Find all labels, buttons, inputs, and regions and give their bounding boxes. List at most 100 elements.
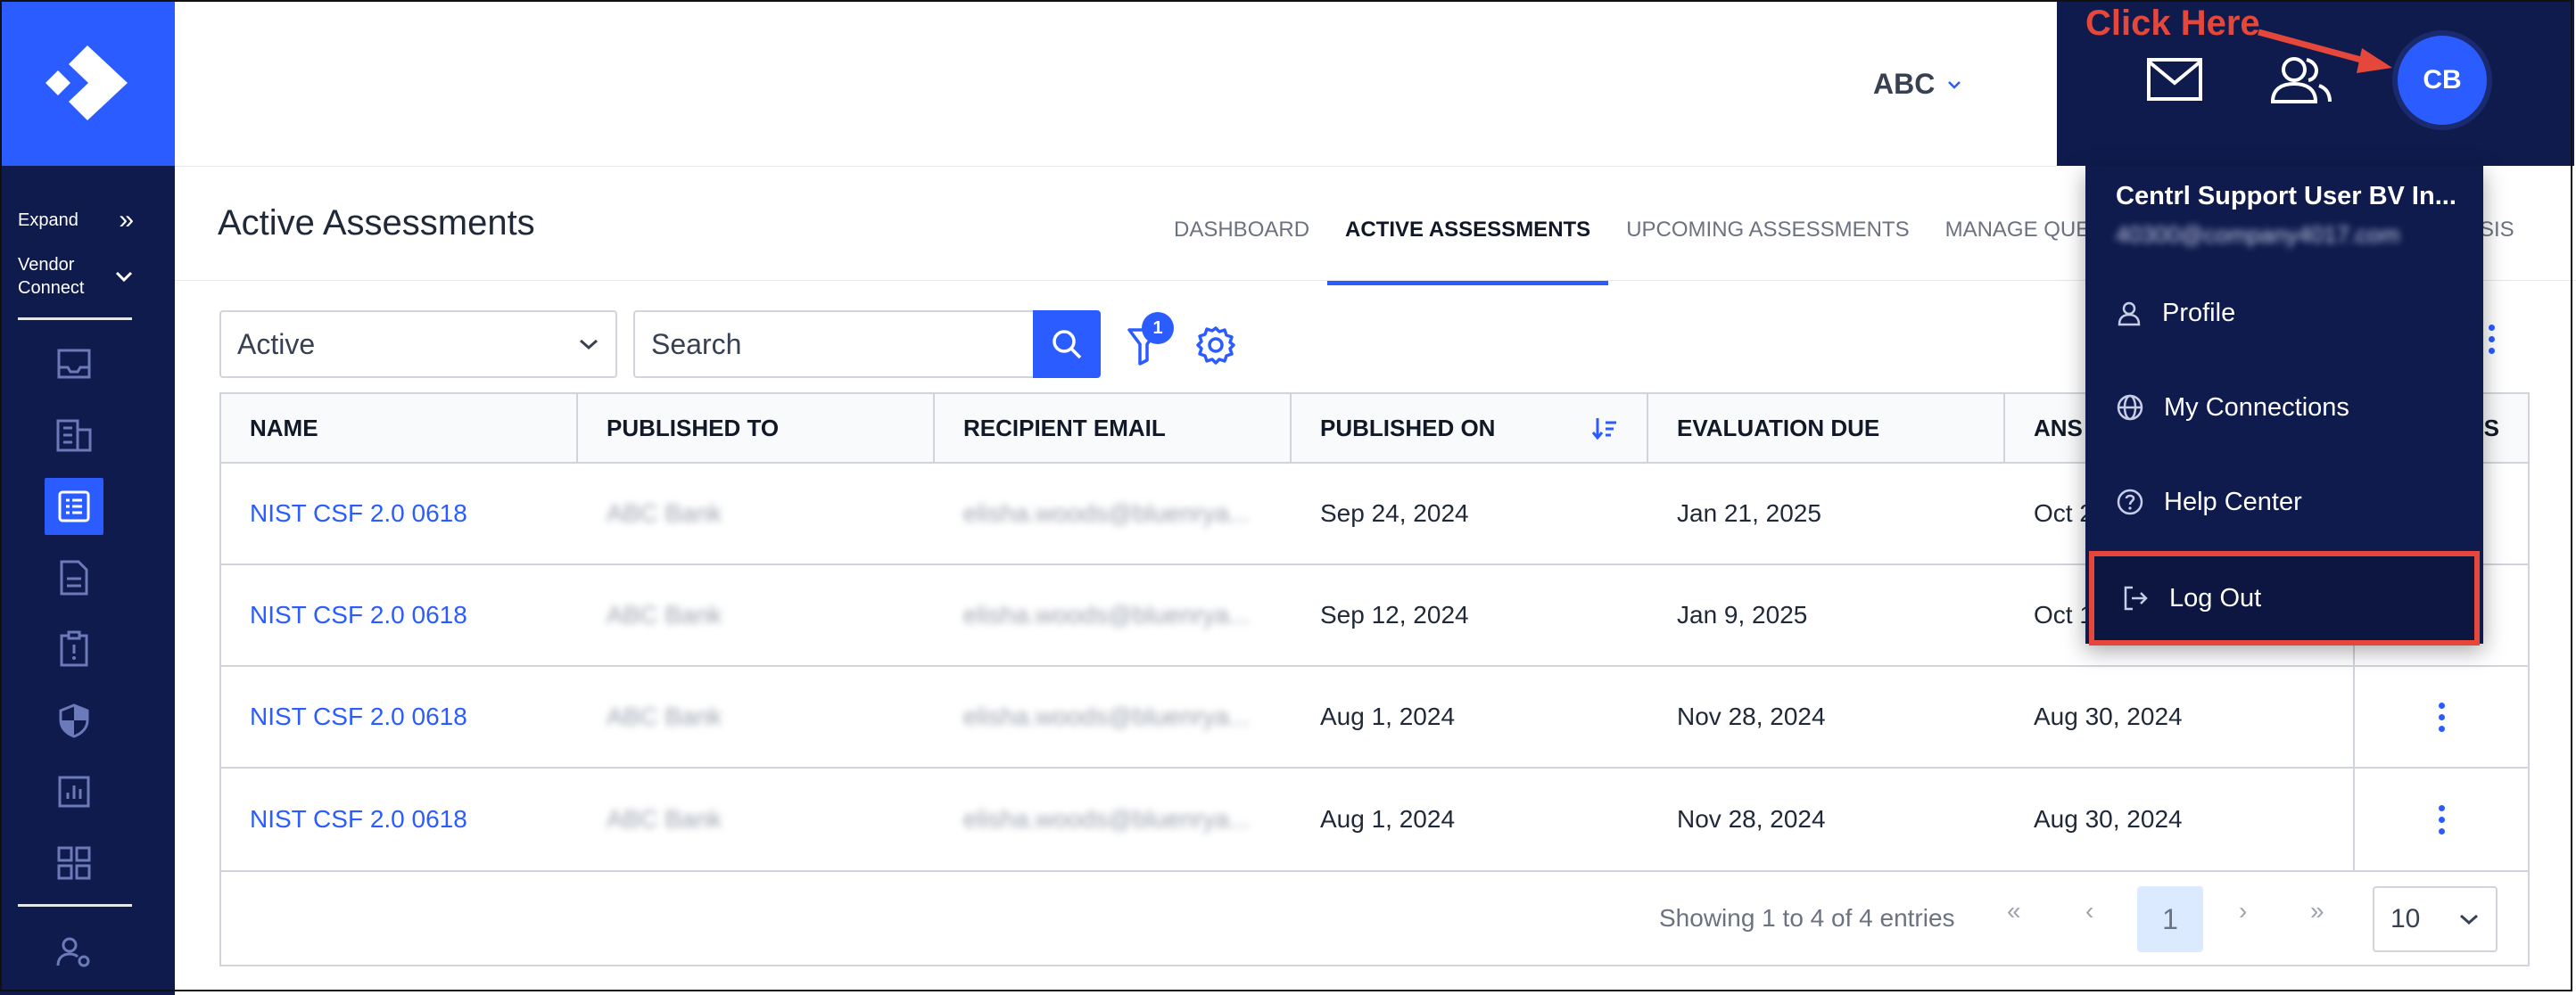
status-select[interactable]: Active bbox=[219, 310, 617, 378]
double-chevron-right-icon: » bbox=[119, 205, 134, 234]
menu-item-log-out[interactable]: Log Out bbox=[2089, 551, 2480, 646]
logout-icon bbox=[2124, 586, 2148, 611]
globe-icon bbox=[2117, 394, 2143, 421]
answered-date: Aug 30, 2024 bbox=[2034, 805, 2183, 833]
status-value: Active bbox=[237, 327, 316, 360]
prev-page-icon[interactable]: ‹ bbox=[2085, 897, 2093, 925]
assessment-name-link[interactable]: NIST CSF 2.0 0618 bbox=[221, 565, 578, 665]
assessment-list-icon[interactable] bbox=[45, 478, 103, 535]
assessment-name-link[interactable]: NIST CSF 2.0 0618 bbox=[221, 667, 578, 767]
menu-item-label: My Connections bbox=[2164, 392, 2349, 422]
org-selector[interactable]: ABC bbox=[1873, 68, 1961, 101]
table-row: NIST CSF 2.0 0618 ABC Bank elisha.woods@… bbox=[221, 769, 2528, 870]
chevron-down-icon bbox=[2460, 914, 2478, 925]
page-actions-kebab[interactable] bbox=[2489, 325, 2495, 354]
sidebar-divider bbox=[18, 904, 132, 907]
sidebar: Expand » Vendor Connect bbox=[0, 0, 175, 995]
gear-icon[interactable] bbox=[1195, 325, 1236, 366]
search-icon bbox=[1053, 330, 1082, 359]
col-published-on[interactable]: PUBLISHED ON bbox=[1292, 394, 1648, 462]
search-placeholder: Search bbox=[651, 327, 742, 360]
user-avatar[interactable]: CB bbox=[2398, 36, 2487, 125]
chevron-down-icon bbox=[580, 339, 598, 350]
assessment-name-link[interactable]: NIST CSF 2.0 0618 bbox=[221, 769, 578, 870]
col-recipient-email[interactable]: RECIPIENT EMAIL bbox=[935, 394, 1292, 462]
col-evaluation-due[interactable]: EVALUATION DUE bbox=[1648, 394, 2005, 462]
first-page-icon[interactable]: « bbox=[2007, 897, 2021, 925]
row-kebab-menu[interactable] bbox=[2438, 804, 2445, 835]
inbox-icon[interactable] bbox=[45, 335, 103, 392]
chevron-down-icon bbox=[1948, 80, 1961, 89]
expand-toggle[interactable]: Expand » bbox=[18, 205, 134, 234]
published-on: Aug 1, 2024 bbox=[1320, 805, 1456, 833]
tab-analysis[interactable]: SIS bbox=[2480, 218, 2514, 280]
recipient-email: elisha.woods@bluenrya... bbox=[963, 499, 1251, 527]
menu-user-name: Centrl Support User BV In... bbox=[2116, 182, 2456, 210]
tab-dashboard[interactable]: DASHBOARD bbox=[1156, 218, 1327, 280]
col-published-to[interactable]: PUBLISHED TO bbox=[578, 394, 935, 462]
expand-label: Expand bbox=[18, 210, 78, 230]
connect-label: Connect bbox=[18, 278, 85, 298]
evaluation-due: Jan 9, 2025 bbox=[1677, 601, 1808, 629]
logo-icon bbox=[45, 45, 128, 120]
published-on: Sep 24, 2024 bbox=[1320, 499, 1469, 527]
clipboard-alert-icon[interactable] bbox=[45, 621, 103, 678]
col-published-on-label: PUBLISHED ON bbox=[1320, 414, 1496, 441]
person-icon bbox=[2118, 301, 2141, 326]
search-input[interactable]: Search bbox=[633, 310, 1033, 378]
evaluation-due: Jan 21, 2025 bbox=[1677, 499, 1821, 527]
shield-icon[interactable] bbox=[45, 692, 103, 749]
vendor-connect-menu[interactable]: Vendor Connect bbox=[18, 253, 134, 300]
last-page-icon[interactable]: » bbox=[2310, 897, 2324, 925]
chevron-down-icon bbox=[115, 271, 133, 283]
menu-item-help-center[interactable]: Help Center bbox=[2085, 455, 2483, 549]
dashboard-grid-icon[interactable] bbox=[45, 835, 103, 892]
tab-bar: DASHBOARD ACTIVE ASSESSMENTS UPCOMING AS… bbox=[1156, 218, 2158, 285]
recipient-email: elisha.woods@bluenrya... bbox=[963, 703, 1251, 730]
next-page-icon[interactable]: › bbox=[2239, 897, 2247, 925]
tab-upcoming-assessments[interactable]: UPCOMING ASSESSMENTS bbox=[1608, 218, 1927, 280]
published-to: ABC Bank bbox=[607, 499, 722, 527]
evaluation-due: Nov 28, 2024 bbox=[1677, 703, 1826, 730]
search-button[interactable] bbox=[1033, 310, 1101, 378]
top-bar bbox=[175, 0, 2057, 167]
help-circle-icon bbox=[2117, 489, 2143, 515]
showing-entries-text: Showing 1 to 4 of 4 entries bbox=[1659, 904, 1955, 932]
document-icon[interactable] bbox=[45, 549, 103, 606]
sort-desc-icon[interactable] bbox=[1591, 415, 1618, 440]
menu-item-label: Profile bbox=[2162, 298, 2236, 327]
page-size-select[interactable]: 10 bbox=[2373, 886, 2498, 952]
bar-chart-icon[interactable] bbox=[45, 763, 103, 820]
published-to: ABC Bank bbox=[607, 601, 722, 629]
col-name[interactable]: NAME bbox=[221, 394, 578, 462]
evaluation-due: Nov 28, 2024 bbox=[1677, 805, 1826, 833]
recipient-email: elisha.woods@bluenrya... bbox=[963, 601, 1251, 629]
tab-active-assessments[interactable]: ACTIVE ASSESSMENTS bbox=[1327, 218, 1609, 285]
answered-date: Aug 30, 2024 bbox=[2034, 703, 2183, 730]
current-page-button[interactable]: 1 bbox=[2137, 886, 2203, 952]
menu-item-label: Log Out bbox=[2169, 583, 2262, 613]
menu-user-email: 40300@company4017.com bbox=[2116, 221, 2400, 248]
row-actions-cell bbox=[2353, 667, 2528, 767]
filter-count-badge: 1 bbox=[1142, 312, 1174, 344]
assessment-name-link[interactable]: NIST CSF 2.0 0618 bbox=[221, 464, 578, 563]
click-here-annotation: Click Here bbox=[2085, 4, 2260, 43]
user-dropdown-menu: Centrl Support User BV In... 40300@compa… bbox=[2085, 166, 2483, 646]
mail-icon[interactable] bbox=[2146, 57, 2203, 102]
org-name: ABC bbox=[1873, 68, 1936, 100]
row-actions-cell bbox=[2353, 769, 2528, 870]
building-icon[interactable] bbox=[45, 407, 103, 464]
table-row: NIST CSF 2.0 0618 ABC Bank elisha.woods@… bbox=[221, 667, 2528, 769]
app-logo[interactable] bbox=[0, 0, 175, 166]
user-settings-icon[interactable] bbox=[45, 924, 103, 981]
published-to: ABC Bank bbox=[607, 703, 722, 730]
recipient-email: elisha.woods@bluenrya... bbox=[963, 805, 1251, 833]
page-title: Active Assessments bbox=[218, 203, 535, 243]
annotation-arrow-icon bbox=[2258, 29, 2392, 73]
vendor-label: Vendor bbox=[18, 255, 75, 275]
page-size-value: 10 bbox=[2390, 904, 2421, 933]
menu-item-my-connections[interactable]: My Connections bbox=[2085, 360, 2483, 455]
row-kebab-menu[interactable] bbox=[2438, 702, 2445, 732]
sidebar-divider bbox=[18, 317, 132, 320]
menu-item-profile[interactable]: Profile bbox=[2085, 266, 2483, 360]
